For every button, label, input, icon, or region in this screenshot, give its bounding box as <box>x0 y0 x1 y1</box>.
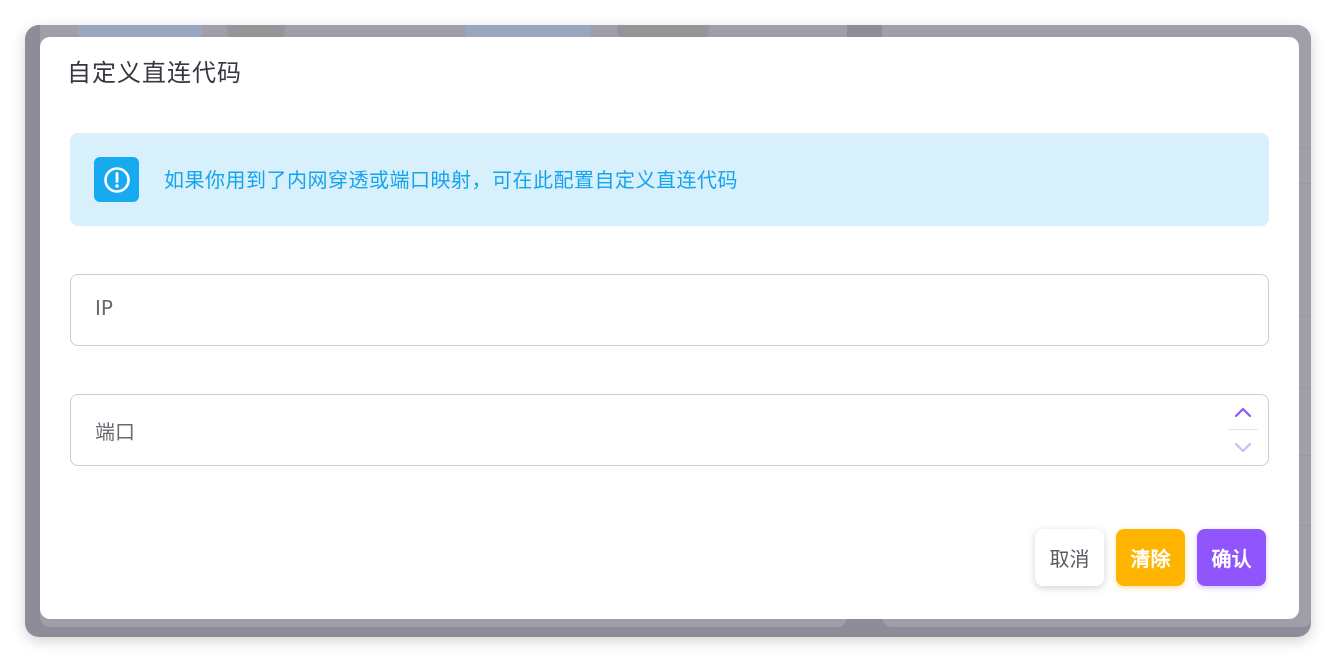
chevron-up-icon[interactable] <box>1228 395 1258 429</box>
clear-button[interactable]: 清除 <box>1116 529 1185 586</box>
ip-field-label: IP <box>95 296 113 320</box>
chevron-down-icon[interactable] <box>1228 430 1258 464</box>
cancel-button[interactable]: 取消 <box>1035 529 1104 586</box>
alert-message: 如果你用到了内网穿透或端口映射，可在此配置自定义直连代码 <box>164 168 738 192</box>
confirm-button[interactable]: 确认 <box>1197 529 1266 586</box>
direct-connect-dialog: 自定义直连代码 如果你用到了内网穿透或端口映射，可在此配置自定义直连代码 IP … <box>40 37 1299 619</box>
port-field[interactable]: 端口 <box>70 394 1269 466</box>
info-alert: 如果你用到了内网穿透或端口映射，可在此配置自定义直连代码 <box>70 133 1269 226</box>
exclamation-circle-icon <box>94 157 139 202</box>
dialog-title: 自定义直连代码 <box>67 59 242 87</box>
port-stepper <box>1228 395 1258 465</box>
ip-field[interactable]: IP <box>70 274 1269 346</box>
port-field-label: 端口 <box>95 420 135 444</box>
